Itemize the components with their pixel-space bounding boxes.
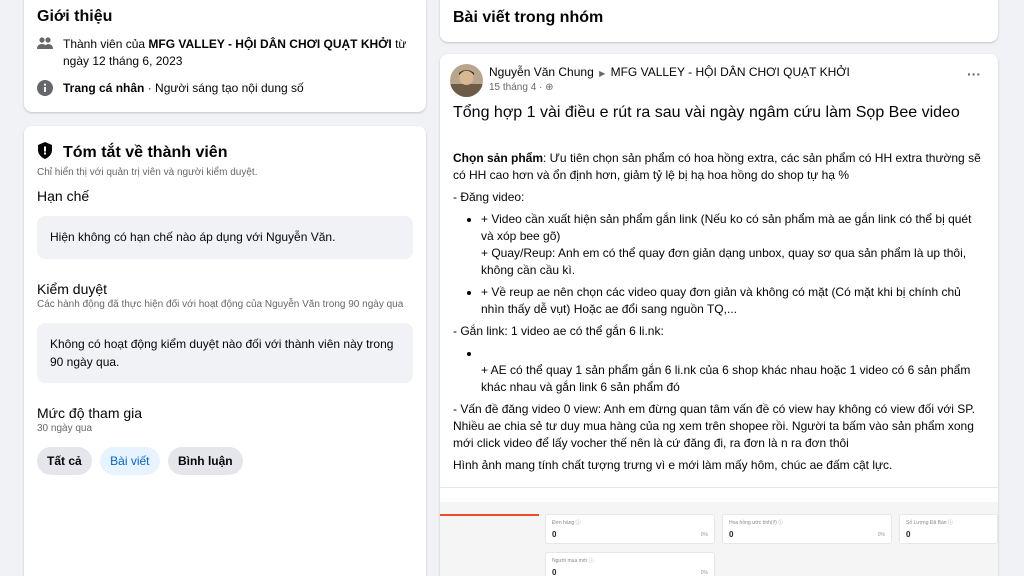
dashboard-cell-orders: Đơn hàng ⓘ 0 0%	[545, 514, 715, 544]
group-link[interactable]: MFG VALLEY - HỘI DÂN CHƠI QUẠT KHỞI	[148, 37, 391, 51]
post-paragraph: - Gắn link: 1 video ae có thể gắn 6 li.n…	[453, 324, 664, 338]
summary-note: Chỉ hiển thị với quản trị viên và người …	[37, 167, 258, 178]
group-posts-title: Bài viết trong nhóm	[453, 9, 604, 26]
moderation-note: Các hành động đã thực hiện đối với hoạt …	[37, 299, 404, 310]
public-globe-icon: ⊕	[545, 82, 554, 93]
post-divider	[440, 487, 998, 488]
info-icon	[37, 80, 55, 101]
post-paragraph: Hình ảnh mang tính chất tượng trưng vì e…	[453, 458, 893, 472]
filter-posts-chip[interactable]: Bài viết	[100, 447, 160, 475]
member-summary-card: Tóm tắt về thành viên Chỉ hiển thị với q…	[24, 126, 426, 576]
post-paragraph: Chọn sản phẩm: Ưu tiên chọn sản phẩm có …	[453, 151, 981, 182]
restrictions-box: Hiện không có hạn chế nào áp dụng với Ng…	[37, 216, 413, 259]
dashboard-cell-sold: Số Lượng Đã Bán ⓘ 0	[899, 514, 998, 544]
post-meta: 15 tháng 4 · ⊕	[489, 82, 554, 93]
engagement-note: 30 ngày qua	[37, 423, 93, 434]
group-posts-header: Bài viết trong nhóm	[440, 0, 998, 42]
post-body: Chọn sản phẩm: Ưu tiên chọn sản phẩm có …	[453, 150, 985, 479]
post-paragraph: - Vấn đề đăng video 0 view: Anh em đừng …	[453, 402, 975, 450]
restrictions-title: Hạn chế	[37, 188, 90, 204]
list-item: + Video cần xuất hiện sản phẩm gắn link …	[481, 211, 985, 279]
shield-icon	[37, 142, 53, 164]
post-header-line: Nguyễn Văn Chung ▶ MFG VALLEY - HỘI DÂN …	[489, 65, 850, 79]
engagement-filter: Tất cả Bài viết Bình luận	[37, 447, 413, 475]
author-name[interactable]: Nguyễn Văn Chung	[489, 65, 594, 79]
restrictions-text: Hiện không có hạn chế nào áp dụng với Ng…	[50, 230, 336, 244]
engagement-title: Mức độ tham gia	[37, 405, 143, 421]
moderation-text: Không có hoạt động kiểm duyệt nào đối vớ…	[50, 337, 394, 369]
post-more-icon[interactable]: ···	[967, 66, 981, 82]
profile-text: Trang cá nhân · Người sáng tạo nội dung …	[63, 81, 304, 95]
post-title: Tổng hợp 1 vài điều e rút ra sau vài ngà…	[453, 104, 960, 121]
list-item: + Về reup ae nên chọn các video quay đơn…	[481, 284, 985, 318]
dashboard-cell-commission: Hoa hồng ước tính(₫) ⓘ 0 0%	[722, 514, 892, 544]
post-paragraph: - Đăng video:	[453, 190, 525, 204]
intro-title: Giới thiệu	[37, 8, 113, 25]
post-group-link[interactable]: MFG VALLEY - HỘI DÂN CHƠI QUẠT KHỞI	[611, 65, 850, 79]
summary-title: Tóm tắt về thành viên	[63, 144, 228, 161]
members-icon	[37, 36, 55, 55]
author-avatar[interactable]	[450, 64, 483, 102]
image-accent-line	[440, 514, 539, 516]
filter-all-chip[interactable]: Tất cả	[37, 447, 92, 475]
dashboard-cell-new-buyers: Người mua mới ⓘ 0 0%	[545, 552, 715, 576]
moderation-title: Kiểm duyệt	[37, 281, 108, 297]
list-item: + AE có thể quay 1 sản phẩm gắn 6 li.nk …	[481, 345, 985, 396]
filter-comments-chip[interactable]: Bình luận	[167, 447, 243, 475]
membership-text: Thành viên của MFG VALLEY - HỘI DÂN CHƠI…	[63, 37, 407, 68]
moderation-box: Không có hoạt động kiểm duyệt nào đối vớ…	[37, 323, 413, 383]
post-time[interactable]: 15 tháng 4 ·	[489, 82, 545, 93]
post-card: Nguyễn Văn Chung ▶ MFG VALLEY - HỘI DÂN …	[440, 54, 998, 576]
caret-right-icon: ▶	[599, 69, 606, 78]
intro-card: Giới thiệu Thành viên của MFG VALLEY - H…	[24, 0, 426, 112]
